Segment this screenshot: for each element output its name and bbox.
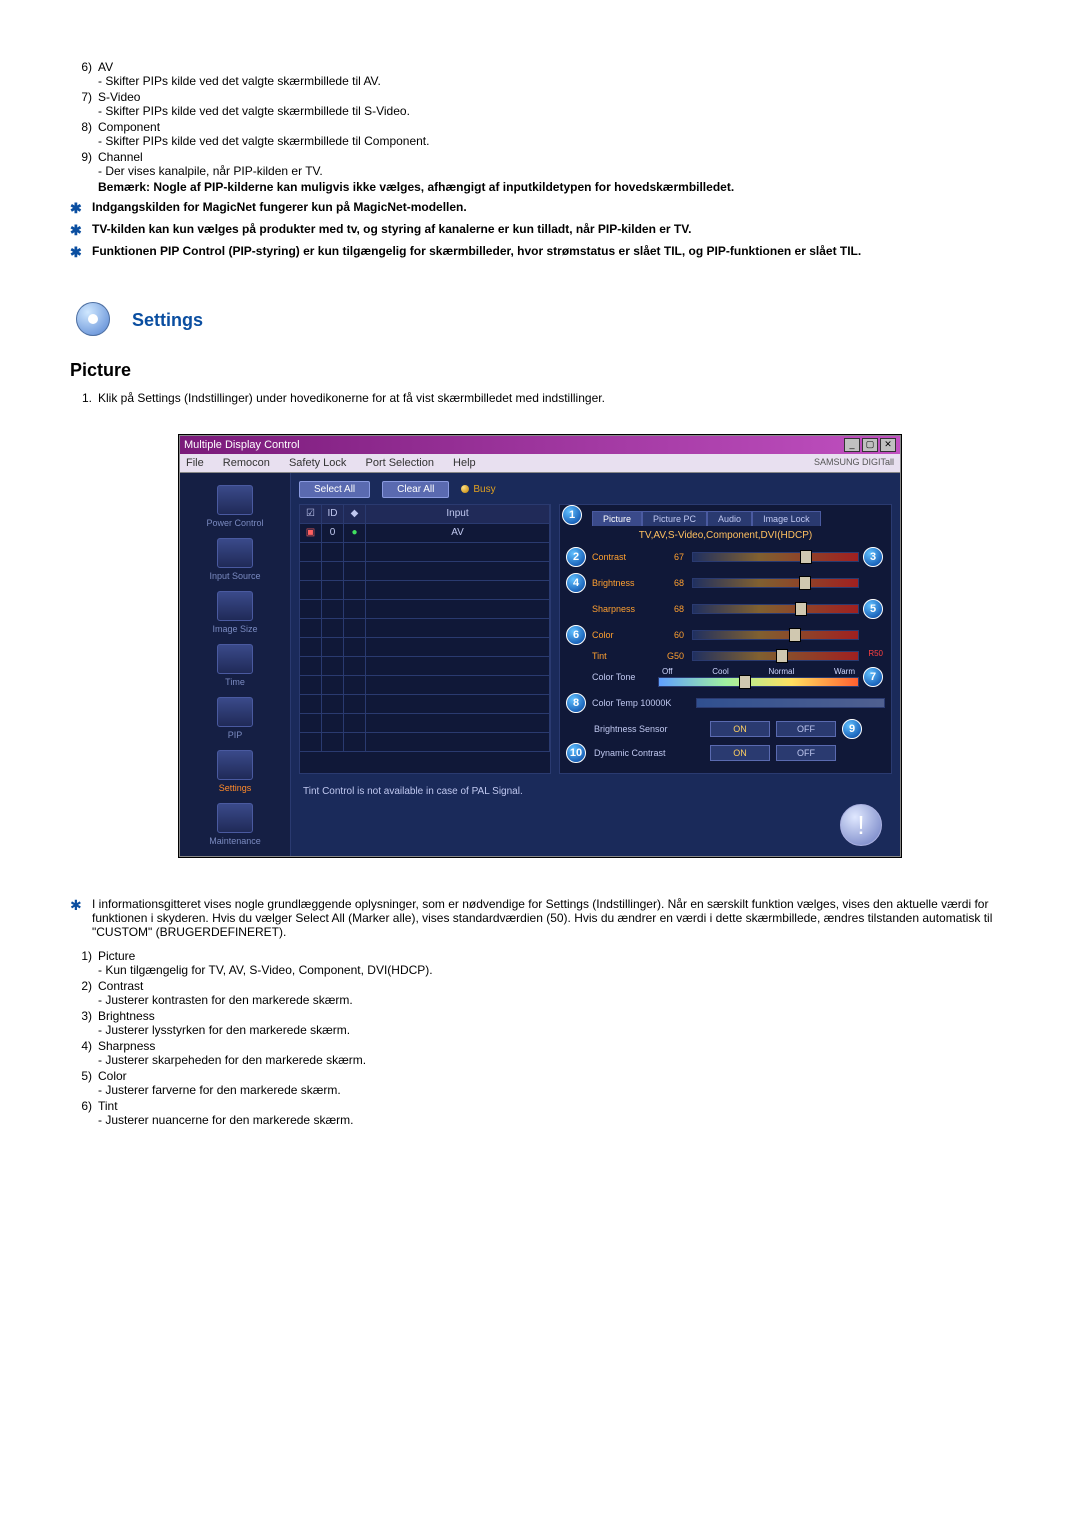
- dynamic-contrast-on-button[interactable]: ON: [710, 745, 770, 761]
- callout-10-icon: 10: [566, 743, 586, 763]
- tint-row: Tint G50 R50: [566, 651, 885, 661]
- menu-port-selection[interactable]: Port Selection: [365, 457, 433, 469]
- table-row[interactable]: ▣ 0 ● AV: [300, 524, 550, 543]
- alert-icon: !: [840, 804, 882, 846]
- menu-help[interactable]: Help: [453, 457, 476, 469]
- color-temp-row: 8 Color Temp 10000K: [566, 693, 885, 713]
- menu-remocon[interactable]: Remocon: [223, 457, 270, 469]
- note-line: ✱ Funktionen PIP Control (PIP-styring) e…: [70, 244, 1010, 260]
- brightness-sensor-row: Brightness Sensor ON OFF 9: [566, 719, 885, 739]
- section-title: Settings: [132, 310, 203, 331]
- picture-settings-list: 1) Picture- Kun tilgængelig for TV, AV, …: [70, 949, 1010, 1127]
- list-item: 9) Channel - Der vises kanalpile, når PI…: [70, 150, 1010, 178]
- sidebar-item-time[interactable]: Time: [180, 638, 290, 691]
- list-item: 2) Contrast- Justerer kontrasten for den…: [70, 979, 1010, 1007]
- list-item: 5) Color- Justerer farverne for den mark…: [70, 1069, 1010, 1097]
- brightness-sensor-on-button[interactable]: ON: [710, 721, 770, 737]
- list-item: 7) S-Video - Skifter PIPs kilde ved det …: [70, 90, 1010, 118]
- sidebar-item-maintenance[interactable]: Maintenance: [180, 797, 290, 850]
- col-id: ID: [322, 505, 344, 523]
- sharpness-row: Sharpness 68 5: [566, 599, 885, 619]
- brightness-sensor-off-button[interactable]: OFF: [776, 721, 836, 737]
- tab-picture[interactable]: Picture: [592, 511, 642, 526]
- close-icon[interactable]: ✕: [880, 438, 896, 452]
- footnote-text: Tint Control is not available in case of…: [299, 774, 892, 797]
- sidebar-item-imagesize[interactable]: Image Size: [180, 585, 290, 638]
- display-table[interactable]: ☑ ID ◆ Input ▣ 0 ● AV: [299, 504, 551, 774]
- star-icon: ✱: [70, 244, 92, 260]
- menu-safety-lock[interactable]: Safety Lock: [289, 457, 346, 469]
- contrast-row: 2 Contrast 67 3: [566, 547, 885, 567]
- window-title: Multiple Display Control: [184, 439, 300, 451]
- list-item: 1) Picture- Kun tilgængelig for TV, AV, …: [70, 949, 1010, 977]
- list-item: 6) Tint- Justerer nuancerne for den mark…: [70, 1099, 1010, 1127]
- color-row: 6 Color 60: [566, 625, 885, 645]
- brightness-slider[interactable]: [692, 578, 859, 588]
- item-desc: - Skifter PIPs kilde ved det valgte skær…: [98, 74, 1010, 88]
- tab-picture-pc[interactable]: Picture PC: [642, 511, 707, 526]
- callout-4-icon: 4: [566, 573, 586, 593]
- tint-slider[interactable]: [692, 651, 859, 661]
- tint-r-label: R50: [868, 649, 883, 658]
- sharpness-slider[interactable]: [692, 604, 859, 614]
- sidebar: Power Control Input Source Image Size Ti…: [180, 473, 291, 856]
- app-screenshot: Multiple Display Control _ ▢ ✕ File Remo…: [179, 435, 901, 857]
- callout-6-icon: 6: [566, 625, 586, 645]
- brightness-row: 4 Brightness 68: [566, 573, 885, 593]
- color-slider[interactable]: [692, 630, 859, 640]
- tab-audio[interactable]: Audio: [707, 511, 752, 526]
- callout-1-icon: 1: [562, 505, 582, 525]
- color-temp-slider[interactable]: [696, 698, 885, 708]
- dynamic-contrast-row: 10 Dynamic Contrast ON OFF: [566, 743, 885, 763]
- callout-7-icon: 7: [863, 667, 883, 687]
- item-number: 6): [70, 60, 98, 88]
- busy-indicator: Busy: [461, 484, 495, 495]
- col-status-icon: ◆: [344, 505, 366, 523]
- star-icon: ✱: [70, 200, 92, 216]
- sidebar-item-settings[interactable]: Settings: [180, 744, 290, 797]
- remark-line: Bemærk: Nogle af PIP-kilderne kan muligv…: [70, 180, 1010, 194]
- tab-image-lock[interactable]: Image Lock: [752, 511, 821, 526]
- sub-title-picture: Picture: [70, 360, 1010, 381]
- list-item: 3) Brightness- Justerer lysstyrken for d…: [70, 1009, 1010, 1037]
- color-tone-slider[interactable]: [658, 677, 859, 687]
- busy-icon: [461, 485, 469, 493]
- list-item: 6) AV - Skifter PIPs kilde ved det valgt…: [70, 60, 1010, 88]
- dynamic-contrast-off-button[interactable]: OFF: [776, 745, 836, 761]
- item-title: AV: [98, 60, 1010, 74]
- sidebar-item-pip[interactable]: PIP: [180, 691, 290, 744]
- intro-line: 1. Klik på Settings (Indstillinger) unde…: [70, 391, 1010, 405]
- sidebar-item-power[interactable]: Power Control: [180, 479, 290, 532]
- menu-bar: File Remocon Safety Lock Port Selection …: [180, 454, 900, 473]
- callout-5-icon: 5: [863, 599, 883, 619]
- note-line: ✱ TV-kilden kan kun vælges på produkter …: [70, 222, 1010, 238]
- pip-source-list: 6) AV - Skifter PIPs kilde ved det valgt…: [70, 60, 1010, 194]
- list-item: 4) Sharpness- Justerer skarpeheden for d…: [70, 1039, 1010, 1067]
- star-icon: ✱: [70, 897, 92, 939]
- star-icon: ✱: [70, 222, 92, 238]
- settings-panel: 1 Picture Picture PC Audio Image Lock TV…: [559, 504, 892, 774]
- col-input: Input: [366, 505, 550, 523]
- maximize-icon[interactable]: ▢: [862, 438, 878, 452]
- callout-9-icon: 9: [842, 719, 862, 739]
- list-item: 8) Component - Skifter PIPs kilde ved de…: [70, 120, 1010, 148]
- settings-gear-icon: [70, 300, 118, 340]
- info-paragraph: ✱ I informationsgitteret vises nogle gru…: [70, 897, 1010, 939]
- sidebar-item-input[interactable]: Input Source: [180, 532, 290, 585]
- note-line: ✱ Indgangskilden for MagicNet fungerer k…: [70, 200, 1010, 216]
- section-header: Settings: [70, 300, 1010, 340]
- minimize-icon[interactable]: _: [844, 438, 860, 452]
- mode-label: TV,AV,S-Video,Component,DVI(HDCP): [566, 530, 885, 541]
- brand-label: SAMSUNG DIGITall: [814, 457, 894, 469]
- select-all-button[interactable]: Select All: [299, 481, 370, 498]
- menu-file[interactable]: File: [186, 457, 204, 469]
- clear-all-button[interactable]: Clear All: [382, 481, 449, 498]
- color-tone-row: Color Tone Off Cool Normal Warm 7: [566, 667, 885, 687]
- callout-3-icon: 3: [863, 547, 883, 567]
- callout-8-icon: 8: [566, 693, 586, 713]
- contrast-slider[interactable]: [692, 552, 859, 562]
- callout-2-icon: 2: [566, 547, 586, 567]
- window-titlebar: Multiple Display Control _ ▢ ✕: [180, 436, 900, 454]
